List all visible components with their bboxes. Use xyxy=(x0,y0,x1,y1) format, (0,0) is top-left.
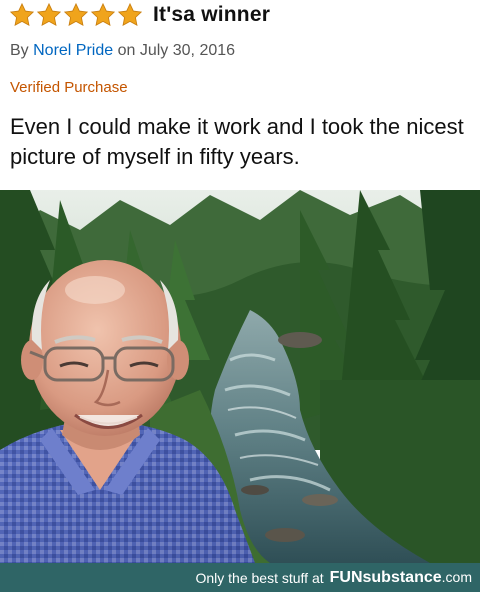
star-icon xyxy=(63,2,89,27)
site-footer: Only the best stuff at FUNsubstance.com xyxy=(0,563,480,592)
star-icon xyxy=(36,2,62,27)
brand-domain: .com xyxy=(441,568,472,585)
rating-row: It'sa winner xyxy=(9,2,270,28)
star-icon xyxy=(117,2,143,27)
review-byline: By Norel Pride on July 30, 2016 xyxy=(10,42,235,60)
star-rating xyxy=(9,2,143,28)
byline-prefix: By xyxy=(10,42,29,59)
verified-purchase-badge: Verified Purchase xyxy=(10,79,128,96)
brand-name: FUNsubstance xyxy=(329,568,442,586)
star-icon xyxy=(90,2,116,27)
review-photo xyxy=(0,190,480,563)
review-body: Even I could make it work and I took the… xyxy=(10,114,464,169)
funsubstance-logo[interactable]: FUNsubstance.com xyxy=(330,569,472,587)
footer-tagline: Only the best stuff at xyxy=(195,569,324,586)
selfie-photo-illustration xyxy=(0,190,480,563)
author-link[interactable]: Norel Pride xyxy=(33,42,113,59)
review-card: It'sa winner By Norel Pride on July 30, … xyxy=(0,0,480,190)
star-icon xyxy=(9,2,35,27)
review-date: on July 30, 2016 xyxy=(117,42,236,59)
review-title[interactable]: It'sa winner xyxy=(153,3,270,27)
